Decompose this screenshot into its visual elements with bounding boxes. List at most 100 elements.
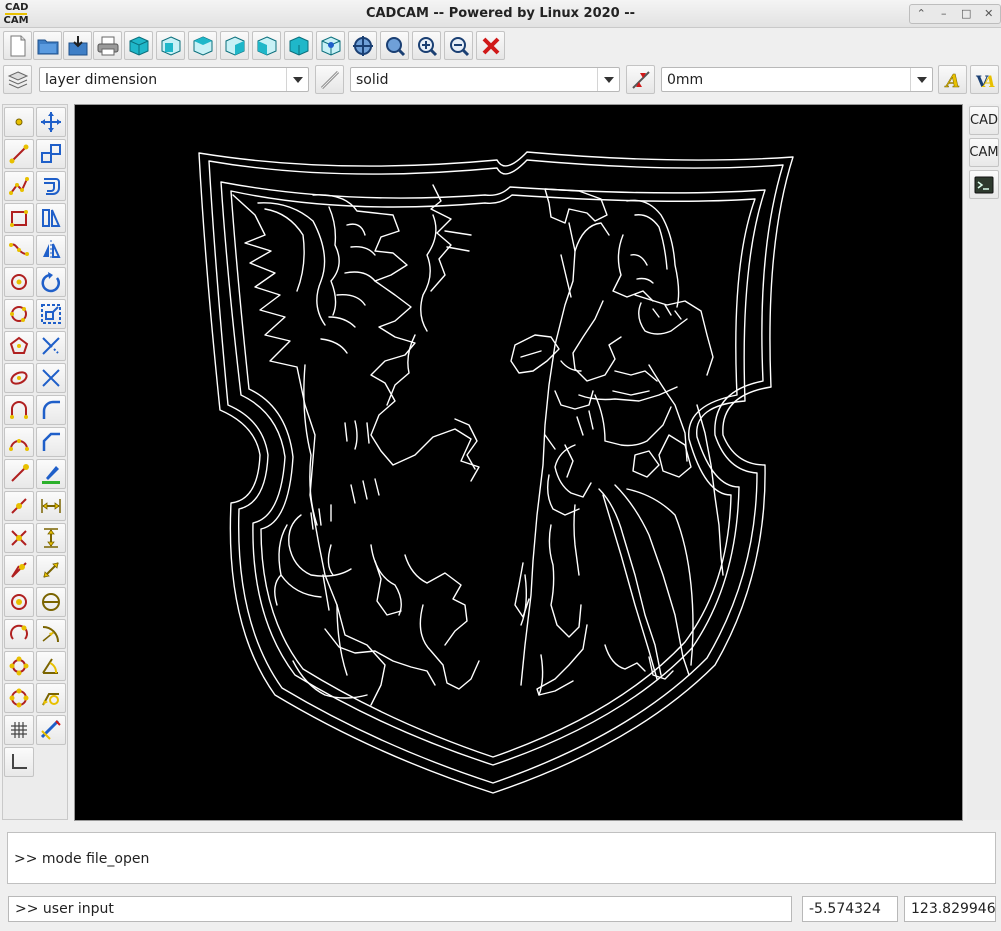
command-input[interactable]: >> user input <box>8 896 792 922</box>
move-icon <box>41 112 61 132</box>
cam-mode-tab[interactable]: CAM <box>969 138 999 167</box>
tool-chamfer[interactable] <box>36 427 66 457</box>
new-file-button[interactable] <box>3 31 32 60</box>
view-right-button[interactable] <box>220 31 249 60</box>
properties-toolbar: layer dimension solid 0mm A VA <box>0 63 1001 97</box>
grid-icon <box>11 722 27 738</box>
tool-dimension-vertical[interactable] <box>36 523 66 553</box>
chevron-down-icon <box>286 68 308 91</box>
linetype-select[interactable]: solid <box>350 67 620 92</box>
tool-point[interactable] <box>4 107 34 137</box>
cad-mode-tab[interactable]: CAD <box>969 106 999 135</box>
tool-arc[interactable] <box>4 395 34 425</box>
tool-snap-midpoint[interactable] <box>4 491 34 521</box>
zoom-out-button[interactable] <box>444 31 473 60</box>
tool-dimension-aligned[interactable] <box>36 555 66 585</box>
tool-ortho[interactable] <box>4 747 34 777</box>
tool-trim[interactable] <box>36 331 66 361</box>
linetype-button[interactable] <box>315 65 344 94</box>
text-style-button[interactable]: A <box>938 65 967 94</box>
trim-icon <box>42 337 60 355</box>
linewidth-select[interactable]: 0mm <box>661 67 933 92</box>
view-iso-button[interactable] <box>316 31 345 60</box>
tool-snap-tangent[interactable] <box>4 651 34 681</box>
circle-icon <box>11 274 27 290</box>
zoom-window-button[interactable] <box>380 31 409 60</box>
zoom-in-button[interactable] <box>412 31 441 60</box>
tool-polygon[interactable] <box>4 331 34 361</box>
tool-layer-color[interactable] <box>36 459 66 489</box>
window-title: CADCAM -- Powered by Linux 2020 -- <box>365 6 636 21</box>
tool-ellipse[interactable] <box>4 363 34 393</box>
layer-select[interactable]: layer dimension <box>39 67 309 92</box>
tool-move[interactable] <box>36 107 66 137</box>
view-front-button[interactable] <box>156 31 185 60</box>
tool-dimension-horizontal[interactable] <box>36 491 66 521</box>
tool-circle-3p[interactable] <box>4 299 34 329</box>
tool-circle[interactable] <box>4 267 34 297</box>
tool-snap-endpoint[interactable] <box>4 459 34 489</box>
tool-dimension-diameter[interactable] <box>36 587 66 617</box>
mirror-axis-icon <box>43 240 61 260</box>
drawing-viewport[interactable] <box>75 105 962 820</box>
open-file-button[interactable] <box>33 31 62 60</box>
view-top-button[interactable] <box>188 31 217 60</box>
tool-mirror-axis[interactable] <box>36 235 66 265</box>
view-left-button[interactable] <box>252 31 281 60</box>
tool-arc-3p[interactable] <box>4 427 34 457</box>
tool-offset[interactable] <box>36 171 66 201</box>
tool-rectangle[interactable] <box>4 203 34 233</box>
tool-polyline[interactable] <box>4 171 34 201</box>
linewidth-button[interactable] <box>626 65 655 94</box>
tool-snap-nearest[interactable] <box>4 555 34 585</box>
zoom-extents-button[interactable] <box>348 31 377 60</box>
tool-grid[interactable] <box>4 715 34 745</box>
tool-dimension-radius[interactable] <box>36 619 66 649</box>
line-icon <box>9 144 29 164</box>
snap-perpendicular-icon <box>11 594 27 610</box>
offset-icon <box>44 178 60 195</box>
view-iso-icon <box>321 35 340 56</box>
view-solid-button[interactable] <box>124 31 153 60</box>
minimize-button[interactable]: – <box>933 5 956 23</box>
coordinate-x-field[interactable]: -5.574324 <box>802 896 898 922</box>
snap-intersection-icon <box>11 530 27 546</box>
close-window-button[interactable]: ✕ <box>978 5 1001 23</box>
tool-snap-center[interactable] <box>4 619 34 649</box>
tool-edit-text[interactable] <box>36 715 66 745</box>
terminal-button[interactable] <box>969 170 999 199</box>
tool-dimension-leader[interactable] <box>36 683 66 713</box>
import-button[interactable] <box>63 31 92 60</box>
layer-manager-button[interactable] <box>3 65 32 94</box>
tool-mirror[interactable] <box>36 203 66 233</box>
tool-rotate[interactable] <box>36 267 66 297</box>
shade-window-button[interactable]: ⌃ <box>910 5 933 23</box>
arc-3p-icon <box>9 439 29 451</box>
tool-spline[interactable] <box>4 235 34 265</box>
tool-scale[interactable] <box>36 139 66 169</box>
tool-cross[interactable] <box>36 363 66 393</box>
tool-stretch[interactable] <box>36 299 66 329</box>
tool-line[interactable] <box>4 139 34 169</box>
dimension-leader-icon <box>42 693 59 706</box>
tool-dimension-angle[interactable] <box>36 651 66 681</box>
tool-snap-quadrant[interactable] <box>4 683 34 713</box>
tool-fillet[interactable] <box>36 395 66 425</box>
zoom-extents-icon <box>352 35 373 56</box>
ellipse-icon <box>10 371 28 385</box>
maximize-button[interactable]: □ <box>955 5 978 23</box>
svg-text:A: A <box>944 71 960 91</box>
delete-button[interactable] <box>476 31 505 60</box>
print-button[interactable] <box>93 31 122 60</box>
open-file-icon <box>37 39 58 54</box>
coordinate-y-field[interactable]: 123.829946 <box>904 896 996 922</box>
view-back-button[interactable] <box>284 31 313 60</box>
text-font-button[interactable]: VA <box>970 65 999 94</box>
view-left-icon <box>257 35 276 56</box>
mirror-icon <box>42 209 61 227</box>
console-message: >> mode file_open <box>14 851 150 867</box>
drawing-canvas[interactable] <box>74 104 963 821</box>
tool-snap-perpendicular[interactable] <box>4 587 34 617</box>
title-bar: CAD CAM CADCAM -- Powered by Linux 2020 … <box>0 0 1001 28</box>
tool-snap-intersection[interactable] <box>4 523 34 553</box>
